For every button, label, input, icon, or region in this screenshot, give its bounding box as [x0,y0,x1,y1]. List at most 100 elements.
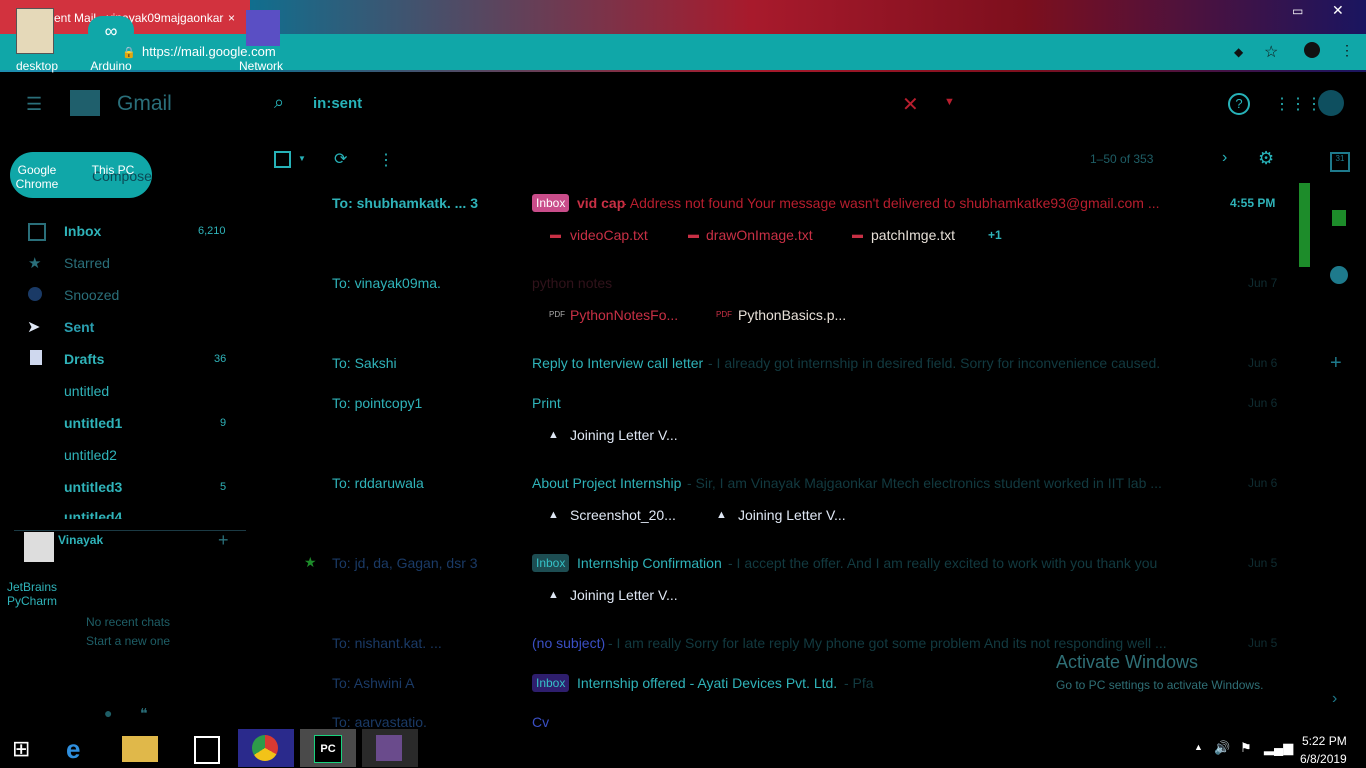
sidebar-item-starred[interactable]: Starred [64,255,110,271]
attachment-chip[interactable]: PythonNotesFo... [570,307,678,323]
starred-icon[interactable]: ★ [304,554,317,571]
email-recipient[interactable]: To: rddaruwala [332,475,424,491]
email-snippet[interactable]: - I am really Sorry for late reply My ph… [608,635,1184,651]
extension-icon[interactable]: ◆ [1234,45,1243,59]
attachment-chip[interactable]: drawOnImage.txt [706,227,813,243]
desktop-icon-label[interactable]: This PC [86,163,140,177]
new-chat-icon[interactable]: + [218,530,229,551]
settings-gear-icon[interactable]: ⚙ [1258,148,1274,169]
arduino-icon[interactable]: ∞ [88,16,134,46]
pycharm-desktop-icon[interactable] [24,532,54,562]
email-subject[interactable]: vid cap [577,195,625,211]
email-snippet[interactable]: - Sir, I am Vinayak Majgaonkar Mtech ele… [687,475,1179,491]
windows-start-icon[interactable]: ⊞ [12,736,38,762]
show-hidden-icons[interactable]: ▲ [1194,742,1203,752]
email-snippet[interactable]: - Address not found Your message wasn't … [622,195,1182,211]
network-icon[interactable] [246,10,280,46]
network-signal-icon[interactable]: ▂▄▆ [1264,740,1293,756]
keep-icon[interactable] [1332,210,1346,226]
taskbar-video-player[interactable] [362,729,418,767]
internet-explorer-icon[interactable]: e [66,734,80,765]
more-attachments[interactable]: +1 [988,228,1002,242]
desktop-icon-label[interactable]: Network [230,59,292,73]
tasks-icon[interactable] [1330,266,1348,284]
email-snippet[interactable]: - Pfa [844,675,874,691]
email-subject[interactable]: Internship offered - Ayati Devices Pvt. … [577,675,837,691]
desktop-icon-label[interactable]: Google Chrome [8,163,66,191]
search-options-icon[interactable]: ▼ [944,96,955,108]
email-snippet[interactable]: - I already got internship in desired fi… [708,355,1168,371]
add-addon-icon[interactable]: + [1330,352,1342,375]
email-recipient[interactable]: To: pointcopy1 [332,395,422,411]
email-subject[interactable]: Print [532,395,561,411]
sidebar-item-snoozed[interactable]: Snoozed [64,287,119,303]
email-subject[interactable]: Reply to Interview call letter [532,355,703,371]
tab-close-icon[interactable]: × [228,11,240,25]
select-dropdown-icon[interactable]: ▼ [298,154,306,163]
attachment-chip[interactable]: Joining Letter V... [738,507,846,523]
next-page-icon[interactable]: › [1222,149,1227,167]
apps-grid-icon[interactable]: ⋮⋮⋮ [1274,94,1322,114]
email-recipient[interactable]: To: Sakshi [332,355,397,371]
attachment-chip[interactable]: Screenshot_20... [570,507,676,523]
email-recipient[interactable]: To: nishant.kat. ... [332,635,442,651]
select-all-checkbox[interactable] [274,151,291,168]
desktop-folder-icon[interactable] [16,8,54,54]
email-subject[interactable]: (no subject) [532,635,605,651]
help-icon[interactable]: ? [1228,93,1250,115]
main-menu-icon[interactable]: ☰ [26,94,46,115]
maximize-icon[interactable]: ▭ [1292,4,1303,18]
expand-panel-icon[interactable]: › [1332,690,1337,708]
attachment-chip[interactable]: videoCap.txt [570,227,648,243]
desktop-icon-label[interactable]: JetBrains PyCharm [4,580,60,608]
email-recipient[interactable]: To: shubhamkatk. ... 3 [332,195,478,211]
address-bar[interactable]: https://mail.google.com [142,44,276,59]
clock-time[interactable]: 5:22 PM [1302,734,1347,748]
email-recipient[interactable]: To: jd, da, Gagan, dsr 3 [332,555,478,571]
desktop-icon-label[interactable]: Arduino [80,59,142,73]
file-explorer-icon[interactable] [122,736,158,762]
store-icon[interactable] [194,736,220,764]
window-close-icon[interactable]: ✕ [1332,2,1344,19]
attachment-chip[interactable]: patchImge.txt [871,227,955,243]
clock-date[interactable]: 6/8/2019 [1300,752,1347,766]
email-subject[interactable]: About Project Internship [532,475,681,491]
sidebar-item-untitled4[interactable]: untitled4 [64,509,122,519]
sidebar-item-untitled3[interactable]: untitled3 [64,479,122,495]
more-icon[interactable]: ⋮ [378,150,394,170]
email-snippet[interactable]: - I accept the offer. And I am really ex… [728,555,1168,571]
email-recipient[interactable]: To: Ashwini A [332,675,415,691]
calendar-icon[interactable]: 31 [1330,152,1350,172]
email-recipient[interactable]: To: vinayak09ma. [332,275,441,291]
menu-icon[interactable]: ⋮ [1340,42,1354,59]
action-center-flag-icon[interactable]: ⚑ [1240,740,1252,756]
clear-search-icon[interactable]: ✕ [902,92,919,117]
volume-icon[interactable]: 🔊 [1214,740,1230,756]
sidebar-item-sent[interactable]: Sent [64,319,94,335]
hangouts-bubble-icon[interactable]: ❝ [140,705,148,722]
hangouts-person-icon[interactable]: ● [104,705,112,721]
attachment-chip[interactable]: PythonBasics.p... [738,307,846,323]
email-recipient[interactable]: To: aarvastatio. [332,714,427,728]
profile-icon[interactable] [1304,42,1320,58]
hangouts-user[interactable]: Vinayak [58,533,103,547]
attachment-chip[interactable]: Joining Letter V... [570,587,678,603]
email-subject[interactable]: Cv [532,714,549,728]
account-avatar[interactable] [1318,90,1344,116]
bookmark-star-icon[interactable]: ☆ [1264,42,1278,62]
start-chat-link[interactable]: Start a new one [86,634,170,648]
sidebar-item-drafts[interactable]: Drafts [64,351,104,367]
taskbar-chrome[interactable] [238,729,294,767]
attachment-chip[interactable]: Joining Letter V... [570,427,678,443]
email-subject[interactable]: Internship Confirmation [577,555,722,571]
taskbar-pycharm[interactable]: PC [300,729,356,767]
email-snippet[interactable]: python notes [532,275,612,291]
sidebar-item-untitled1[interactable]: untitled1 [64,415,122,431]
sidebar-item-untitled2[interactable]: untitled2 [64,447,117,463]
sidebar-item-untitled[interactable]: untitled [64,383,109,399]
refresh-icon[interactable]: ⟳ [334,149,347,169]
search-icon[interactable]: ⌕ [274,92,284,113]
desktop-icon-label[interactable]: desktop [6,59,68,73]
search-input[interactable]: in:sent [313,95,362,112]
sidebar-item-inbox[interactable]: Inbox [64,223,101,239]
